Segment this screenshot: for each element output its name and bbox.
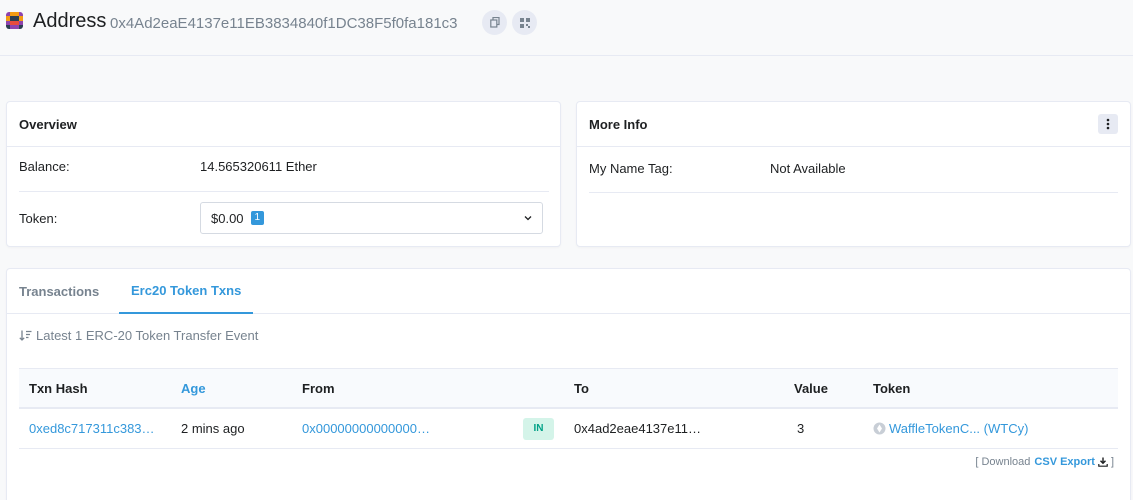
token-count-badge: 1 bbox=[250, 211, 265, 225]
name-tag-value-row: Not Available bbox=[770, 161, 846, 176]
header-txn-hash: Txn Hash bbox=[29, 380, 88, 396]
copy-icon bbox=[489, 17, 500, 28]
summary-text: Latest 1 ERC-20 Token Transfer Event bbox=[36, 328, 259, 343]
header-age[interactable]: Age bbox=[181, 369, 206, 407]
name-tag-value: Not Available bbox=[770, 161, 846, 176]
direction-cell: IN bbox=[523, 409, 554, 448]
balance-row: Balance: bbox=[19, 159, 70, 174]
token-link[interactable]: WaffleTokenC... (WTCy) bbox=[889, 421, 1028, 436]
tab-transactions[interactable]: Transactions bbox=[7, 269, 111, 314]
vertical-dots-icon bbox=[1106, 118, 1110, 130]
balance-label: Balance: bbox=[19, 159, 70, 174]
more-info-title: More Info bbox=[577, 102, 1130, 147]
download-icon bbox=[1098, 457, 1108, 467]
csv-download: [ Download CSV Export ] bbox=[975, 456, 1114, 468]
overview-divider bbox=[19, 191, 549, 192]
header-token: Token bbox=[873, 380, 911, 396]
token-dropdown[interactable]: $0.00 1 bbox=[200, 202, 543, 234]
token-transfers-table: Txn Hash Age From To Value Token 0xed8c7… bbox=[19, 368, 1118, 449]
token-label: Token: bbox=[19, 211, 58, 226]
chevron-down-icon bbox=[524, 216, 532, 221]
csv-export-link[interactable]: CSV Export bbox=[1034, 456, 1095, 468]
token-row: Token: bbox=[19, 211, 57, 226]
overview-card: Overview Balance: 14.565320611 Ether Tok… bbox=[6, 101, 561, 247]
token-logo-icon bbox=[873, 422, 886, 435]
address-identicon bbox=[6, 12, 23, 29]
tab-erc20-token-txns[interactable]: Erc20 Token Txns bbox=[119, 269, 254, 314]
csv-prefix: [ Download bbox=[975, 456, 1031, 468]
name-tag-row: My Name Tag: bbox=[589, 161, 673, 176]
address-hash: 0x4Ad2eaE4137e11EB3834840f1DC38F5f0fa181… bbox=[110, 15, 458, 32]
more-info-card: More Info My Name Tag: Not Available bbox=[576, 101, 1131, 247]
from-address-link[interactable]: 0x00000000000000… bbox=[302, 409, 430, 448]
more-info-divider bbox=[589, 192, 1118, 193]
tab-bar: Transactions Erc20 Token Txns bbox=[7, 269, 1130, 314]
age-cell: 2 mins ago bbox=[181, 421, 245, 436]
balance-value: 14.565320611 Ether bbox=[200, 159, 317, 174]
overview-title: Overview bbox=[7, 102, 560, 147]
header-from: From bbox=[302, 380, 335, 396]
header-to: To bbox=[574, 380, 589, 396]
more-options-button[interactable] bbox=[1098, 114, 1118, 134]
page-title: Address bbox=[33, 10, 107, 32]
header-value: Value bbox=[794, 380, 828, 396]
table-header: Txn Hash Age From To Value Token bbox=[19, 368, 1118, 409]
copy-address-button[interactable] bbox=[482, 10, 507, 35]
balance-value-row: 14.565320611 Ether bbox=[200, 159, 317, 174]
qr-code-button[interactable] bbox=[512, 10, 537, 35]
csv-suffix: ] bbox=[1110, 456, 1114, 468]
in-badge: IN bbox=[523, 417, 554, 440]
transactions-card: Transactions Erc20 Token Txns Latest 1 E… bbox=[6, 268, 1131, 500]
table-row: 0xed8c717311c383… 2 mins ago 0x000000000… bbox=[19, 409, 1118, 449]
page-header: Address 0x4Ad2eaE4137e11EB3834840f1DC38F… bbox=[0, 0, 1133, 56]
name-tag-label: My Name Tag: bbox=[589, 161, 673, 176]
transfer-summary: Latest 1 ERC-20 Token Transfer Event bbox=[19, 328, 258, 343]
txn-hash-link[interactable]: 0xed8c717311c383… bbox=[29, 409, 155, 448]
sort-icon bbox=[19, 330, 32, 341]
qr-code-icon bbox=[519, 17, 530, 28]
token-value: $0.00 bbox=[211, 210, 244, 226]
to-address: 0x4ad2eae4137e11… bbox=[574, 421, 701, 436]
value-cell: 3 bbox=[797, 421, 805, 436]
token-cell: WaffleTokenC... (WTCy) bbox=[873, 409, 1028, 448]
